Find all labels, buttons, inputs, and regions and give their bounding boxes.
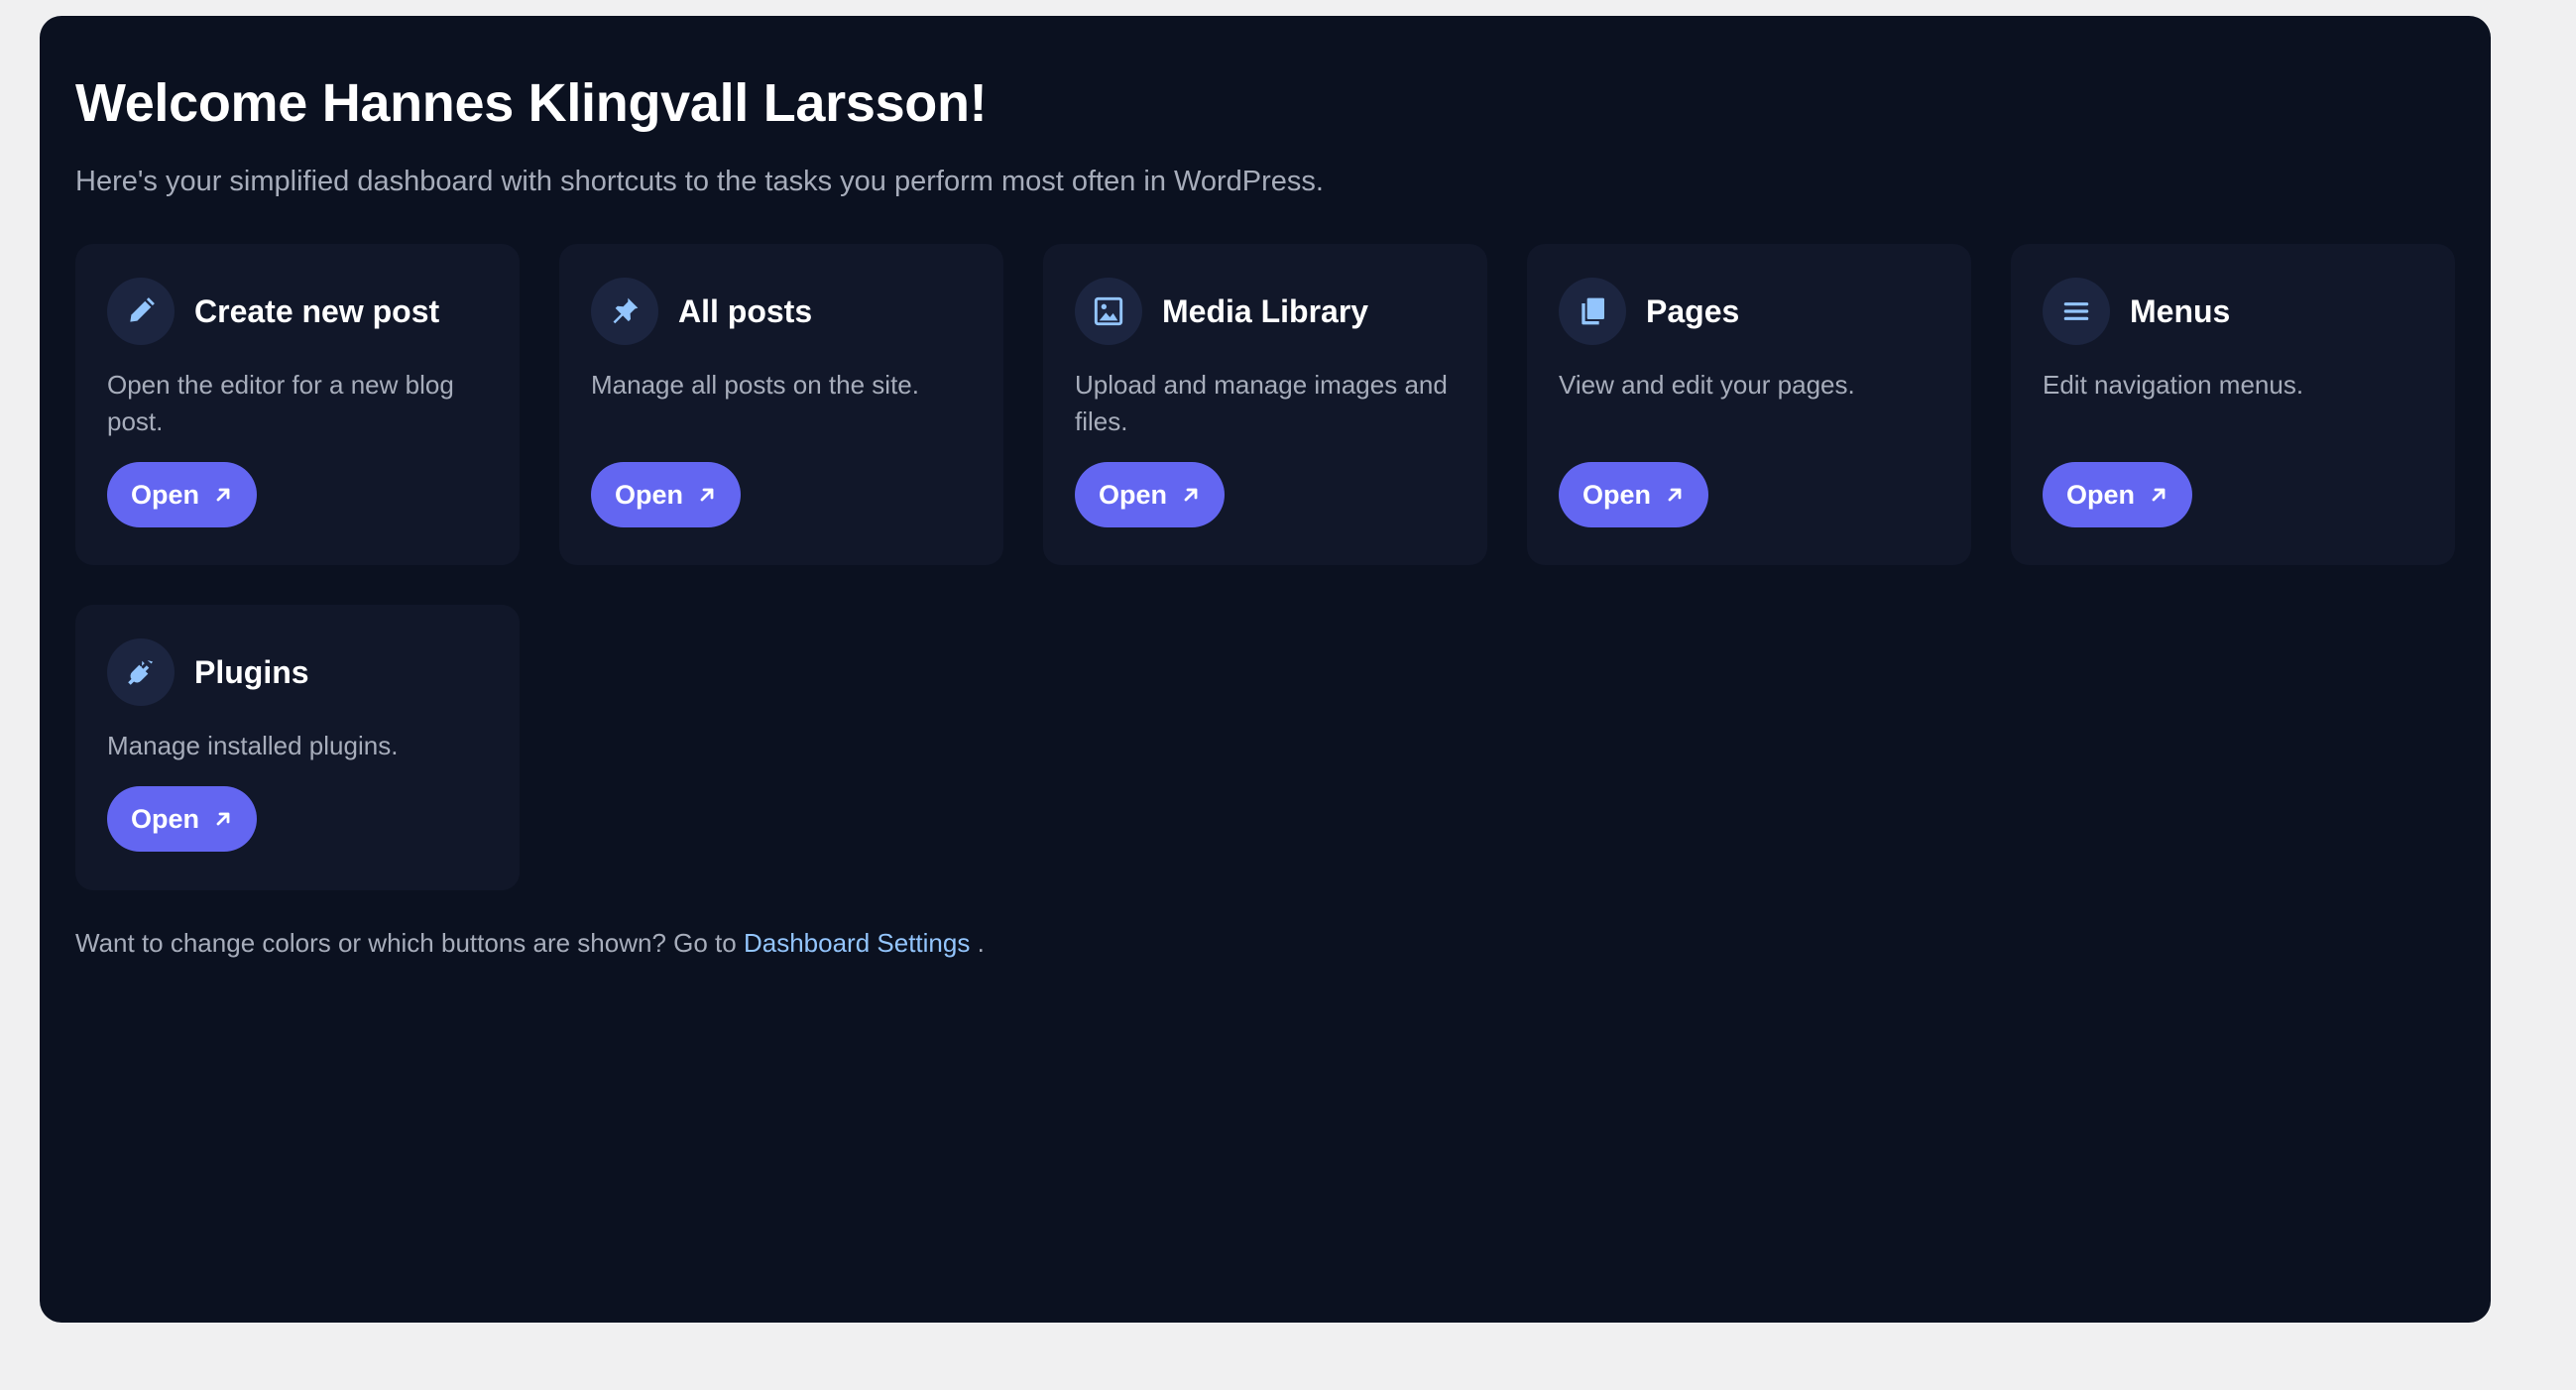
image-icon bbox=[1075, 278, 1142, 346]
dashboard-settings-link[interactable]: Dashboard Settings bbox=[744, 928, 970, 958]
card-title: Create new post bbox=[194, 292, 440, 329]
card-create-new-post: Create new post Open the editor for a ne… bbox=[75, 244, 520, 566]
card-description: Manage all posts on the site. bbox=[591, 370, 919, 401]
card-description: Upload and manage images and files. bbox=[1075, 370, 1448, 437]
open-button-label: Open bbox=[1582, 479, 1652, 510]
card-plugins: Plugins Manage installed plugins. Open bbox=[75, 605, 520, 891]
arrow-up-right-icon bbox=[2152, 489, 2166, 502]
card-title: Plugins bbox=[194, 653, 309, 690]
arrow-up-right-icon bbox=[1184, 489, 1198, 502]
open-menus-button[interactable]: Open bbox=[2043, 462, 2193, 528]
arrow-up-right-icon bbox=[216, 489, 230, 502]
menu-icon bbox=[2043, 278, 2110, 346]
footer-text: Want to change colors or which buttons a… bbox=[75, 928, 737, 959]
open-button-label: Open bbox=[131, 803, 200, 834]
arrow-up-right-icon bbox=[216, 813, 230, 826]
card-pages: Pages View and edit your pages. Open bbox=[1527, 244, 1971, 566]
open-button-label: Open bbox=[2066, 479, 2136, 510]
card-title: Menus bbox=[2130, 292, 2231, 329]
card-title: Pages bbox=[1646, 292, 1740, 329]
card-header: Create new post bbox=[107, 278, 488, 346]
card-description: View and edit your pages. bbox=[1559, 370, 1855, 401]
card-media-library: Media Library Upload and manage images a… bbox=[1043, 244, 1487, 566]
card-description: Edit navigation menus. bbox=[2043, 370, 2304, 401]
card-description: Manage installed plugins. bbox=[107, 731, 399, 761]
card-header: Pages bbox=[1559, 278, 1939, 346]
card-all-posts: All posts Manage all posts on the site. … bbox=[559, 244, 1003, 566]
card-header: Media Library bbox=[1075, 278, 1456, 346]
footer-note: Want to change colors or which buttons a… bbox=[75, 928, 2455, 959]
card-header: Menus bbox=[2043, 278, 2423, 346]
card-header: Plugins bbox=[107, 638, 488, 707]
pencil-icon bbox=[107, 278, 175, 346]
open-button-label: Open bbox=[1099, 479, 1168, 510]
card-description: Open the editor for a new blog post. bbox=[107, 370, 454, 437]
page-title: Welcome Hannes Klingvall Larsson! bbox=[75, 73, 988, 133]
card-menus: Menus Edit navigation menus. Open bbox=[2011, 244, 2455, 566]
pin-icon bbox=[591, 278, 658, 346]
page-subtitle: Here's your simplified dashboard with sh… bbox=[75, 165, 1324, 197]
arrow-up-right-icon bbox=[1668, 489, 1682, 502]
plug-icon bbox=[107, 638, 175, 707]
card-title: All posts bbox=[678, 292, 813, 329]
shortcut-grid: Create new post Open the editor for a ne… bbox=[75, 244, 2455, 891]
arrow-up-right-icon bbox=[700, 489, 714, 502]
open-create-new-post-button[interactable]: Open bbox=[107, 462, 258, 528]
open-pages-button[interactable]: Open bbox=[1559, 462, 1709, 528]
card-title: Media Library bbox=[1162, 292, 1369, 329]
footer-suffix: . bbox=[977, 928, 985, 959]
open-plugins-button[interactable]: Open bbox=[107, 786, 258, 853]
open-all-posts-button[interactable]: Open bbox=[591, 462, 742, 528]
dashboard-panel: Welcome Hannes Klingvall Larsson! Here's… bbox=[40, 16, 2491, 1323]
card-header: All posts bbox=[591, 278, 972, 346]
open-button-label: Open bbox=[131, 479, 200, 510]
open-button-label: Open bbox=[615, 479, 684, 510]
open-media-library-button[interactable]: Open bbox=[1075, 462, 1226, 528]
pages-icon bbox=[1559, 278, 1626, 346]
